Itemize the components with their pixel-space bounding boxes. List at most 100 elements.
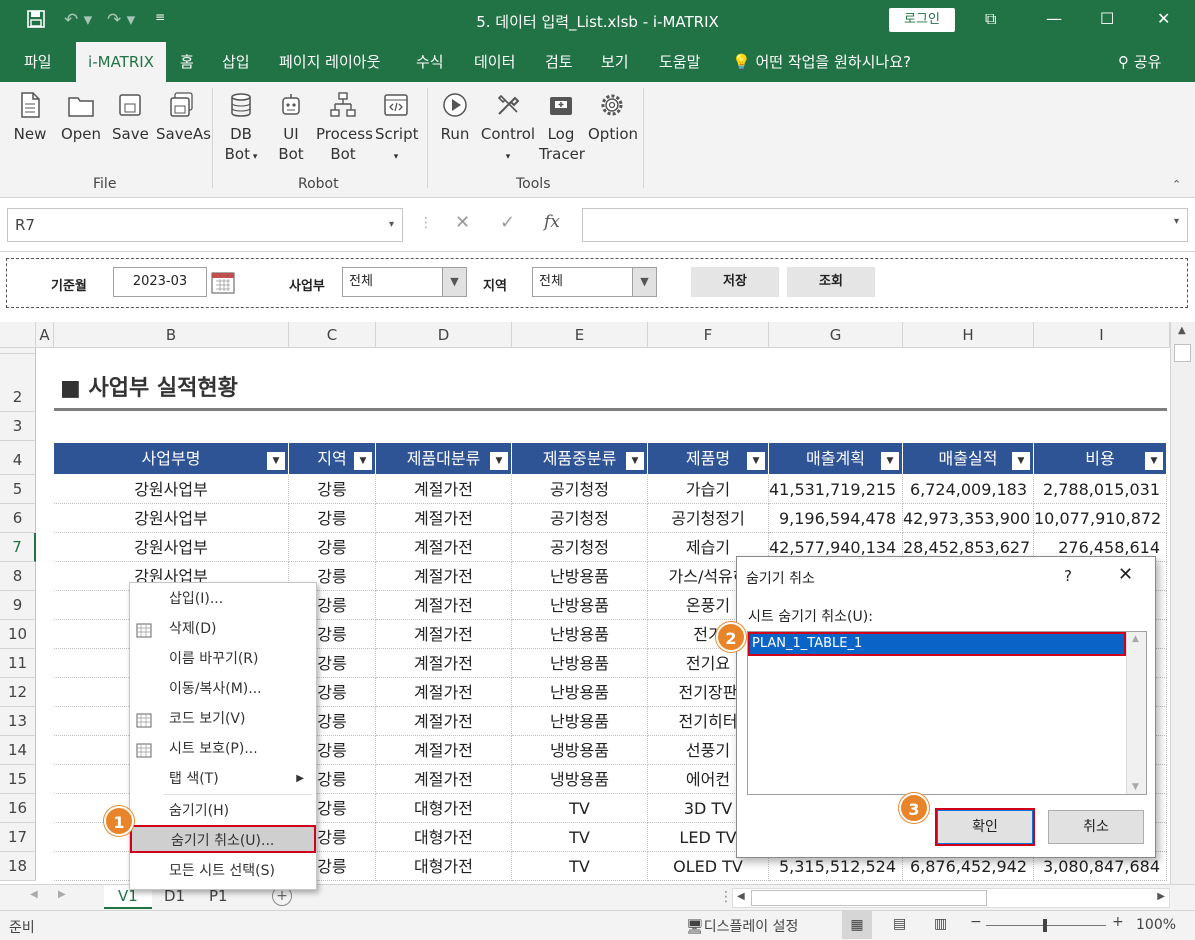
context-menu-item[interactable]: 이동/복사(M)... xyxy=(130,675,316,703)
page-layout-icon[interactable]: ▤ xyxy=(893,916,906,932)
new-button[interactable]: New xyxy=(12,90,48,144)
table-cell[interactable]: TV xyxy=(512,794,648,823)
normal-view-icon[interactable]: ▦ xyxy=(842,911,872,939)
table-cell[interactable]: 대형가전 xyxy=(376,794,512,823)
tab-scroll-right-icon[interactable]: ▶ xyxy=(58,889,66,900)
row-header[interactable]: 15 xyxy=(0,765,36,794)
search-data-button[interactable]: 조회 xyxy=(787,267,875,297)
table-cell[interactable]: 공기청정 xyxy=(512,504,648,533)
table-cell[interactable]: 계절가전 xyxy=(376,707,512,736)
filter-dropdown-icon[interactable]: ▼ xyxy=(1145,452,1163,470)
login-button[interactable]: 로그인 xyxy=(889,8,955,32)
column-header[interactable]: A xyxy=(36,322,54,348)
tab-scroll-left-icon[interactable]: ◀ xyxy=(30,889,38,900)
cancel-entry-icon[interactable]: ✕ xyxy=(455,212,470,233)
page-break-icon[interactable]: ▥ xyxy=(934,916,947,932)
column-header[interactable]: I xyxy=(1034,322,1170,348)
filter-dropdown-icon[interactable]: ▼ xyxy=(490,452,508,470)
tab-data[interactable]: 데이터 xyxy=(474,42,515,82)
column-header[interactable]: E xyxy=(512,322,648,348)
table-cell[interactable]: 공기청정 xyxy=(512,475,648,504)
column-header[interactable]: F xyxy=(648,322,769,348)
table-cell[interactable]: 계절가전 xyxy=(376,533,512,562)
context-menu-item[interactable]: 숨기기 취소(U)... xyxy=(130,825,316,853)
column-header[interactable]: G xyxy=(769,322,903,348)
row-header[interactable]: 13 xyxy=(0,707,36,736)
context-menu-item[interactable]: 탭 색(T) ▶ xyxy=(130,765,316,793)
script-button[interactable]: Script ▾ xyxy=(375,90,419,167)
zoom-in-icon[interactable]: + xyxy=(1112,914,1124,930)
table-cell[interactable]: 10,077,910,872 xyxy=(1034,504,1167,533)
table-cell[interactable]: 계절가전 xyxy=(376,649,512,678)
table-cell[interactable]: 강원사업부 xyxy=(54,533,289,562)
cancel-button[interactable]: 취소 xyxy=(1048,810,1144,844)
table-cell[interactable]: 강원사업부 xyxy=(54,475,289,504)
context-menu-item[interactable]: 삭제(D) xyxy=(130,615,316,643)
row-header[interactable]: 17 xyxy=(0,823,36,852)
split-grip-icon[interactable]: ⋮ xyxy=(719,889,733,905)
zoom-level[interactable]: 100% xyxy=(1136,917,1176,933)
insert-function-icon[interactable]: fx xyxy=(544,212,560,232)
ok-button[interactable]: 확인 xyxy=(935,808,1035,846)
table-cell[interactable]: 대형가전 xyxy=(376,823,512,852)
table-cell[interactable]: 냉방용품 xyxy=(512,736,648,765)
process-bot-button[interactable]: Process Bot xyxy=(316,90,373,164)
table-cell[interactable]: 공기청정기 xyxy=(648,504,769,533)
table-cell[interactable]: 계절가전 xyxy=(376,678,512,707)
maximize-icon[interactable]: ☐ xyxy=(1100,9,1114,28)
region-select[interactable]: 전체 ▼ xyxy=(532,267,657,297)
run-button[interactable]: Run xyxy=(438,90,472,144)
month-input[interactable]: 2023-03 xyxy=(113,267,207,297)
table-cell[interactable]: 42,973,353,900 xyxy=(903,504,1034,533)
row-header[interactable]: 7 xyxy=(0,533,36,562)
table-cell[interactable]: 난방용품 xyxy=(512,562,648,591)
table-cell[interactable]: 냉방용품 xyxy=(512,765,648,794)
tab-formulas[interactable]: 수식 xyxy=(416,42,444,82)
vertical-scrollbar[interactable]: ▲ xyxy=(1170,322,1195,884)
row-header[interactable]: 2 xyxy=(0,354,36,412)
division-select[interactable]: 전체 ▼ xyxy=(342,267,467,297)
table-cell[interactable]: 2,788,015,031 xyxy=(1034,475,1167,504)
tab-page-layout[interactable]: 페이지 레이아웃 xyxy=(279,42,380,82)
table-cell[interactable]: 가습기 xyxy=(648,475,769,504)
open-button[interactable]: Open xyxy=(60,90,102,144)
table-cell[interactable]: 강릉 xyxy=(289,475,376,504)
context-menu-item[interactable]: 모든 시트 선택(S) xyxy=(130,857,316,885)
row-header[interactable]: 16 xyxy=(0,794,36,823)
table-cell[interactable]: 6,724,009,183 xyxy=(903,475,1034,504)
table-cell[interactable]: 난방용품 xyxy=(512,649,648,678)
filter-dropdown-icon[interactable]: ▼ xyxy=(354,452,372,470)
tab-file[interactable]: 파일 xyxy=(24,42,52,82)
table-cell[interactable]: 난방용품 xyxy=(512,707,648,736)
table-cell[interactable]: 난방용품 xyxy=(512,620,648,649)
context-menu-item[interactable]: 코드 보기(V) xyxy=(130,705,316,733)
row-header[interactable]: 5 xyxy=(0,475,36,504)
zoom-slider-thumb[interactable] xyxy=(1043,919,1047,932)
display-settings[interactable]: 🖥디스플레이 설정 xyxy=(686,916,798,936)
row-header[interactable]: 14 xyxy=(0,736,36,765)
row-header[interactable]: 3 xyxy=(0,412,36,441)
table-cell[interactable]: TV xyxy=(512,852,648,881)
filter-dropdown-icon[interactable]: ▼ xyxy=(881,452,899,470)
table-cell[interactable]: TV xyxy=(512,823,648,852)
tab-view[interactable]: 보기 xyxy=(601,42,629,82)
db-bot-button[interactable]: DB Bot ▾ xyxy=(222,90,260,167)
filter-dropdown-icon[interactable]: ▼ xyxy=(1012,452,1030,470)
table-cell[interactable]: 공기청정 xyxy=(512,533,648,562)
save-data-button[interactable]: 저장 xyxy=(691,267,779,297)
column-header[interactable]: H xyxy=(903,322,1034,348)
row-header[interactable]: 4 xyxy=(0,441,36,475)
table-cell[interactable]: 강릉 xyxy=(289,533,376,562)
filter-dropdown-icon[interactable]: ▼ xyxy=(267,452,285,470)
table-cell[interactable]: 9,196,594,478 xyxy=(769,504,903,533)
row-header[interactable]: 10 xyxy=(0,620,36,649)
ribbon-display-icon[interactable]: ⧉ xyxy=(985,9,996,29)
table-cell[interactable]: 계절가전 xyxy=(376,765,512,794)
table-cell[interactable]: 난방용품 xyxy=(512,591,648,620)
dialog-close-icon[interactable]: ✕ xyxy=(1118,564,1133,585)
option-button[interactable]: Option xyxy=(588,90,638,144)
minimize-icon[interactable]: — xyxy=(1046,9,1062,28)
share-button[interactable]: ⚲ 공유 xyxy=(1118,42,1161,82)
list-item[interactable]: PLAN_1_TABLE_1 xyxy=(748,632,1126,656)
table-cell[interactable]: 계절가전 xyxy=(376,736,512,765)
